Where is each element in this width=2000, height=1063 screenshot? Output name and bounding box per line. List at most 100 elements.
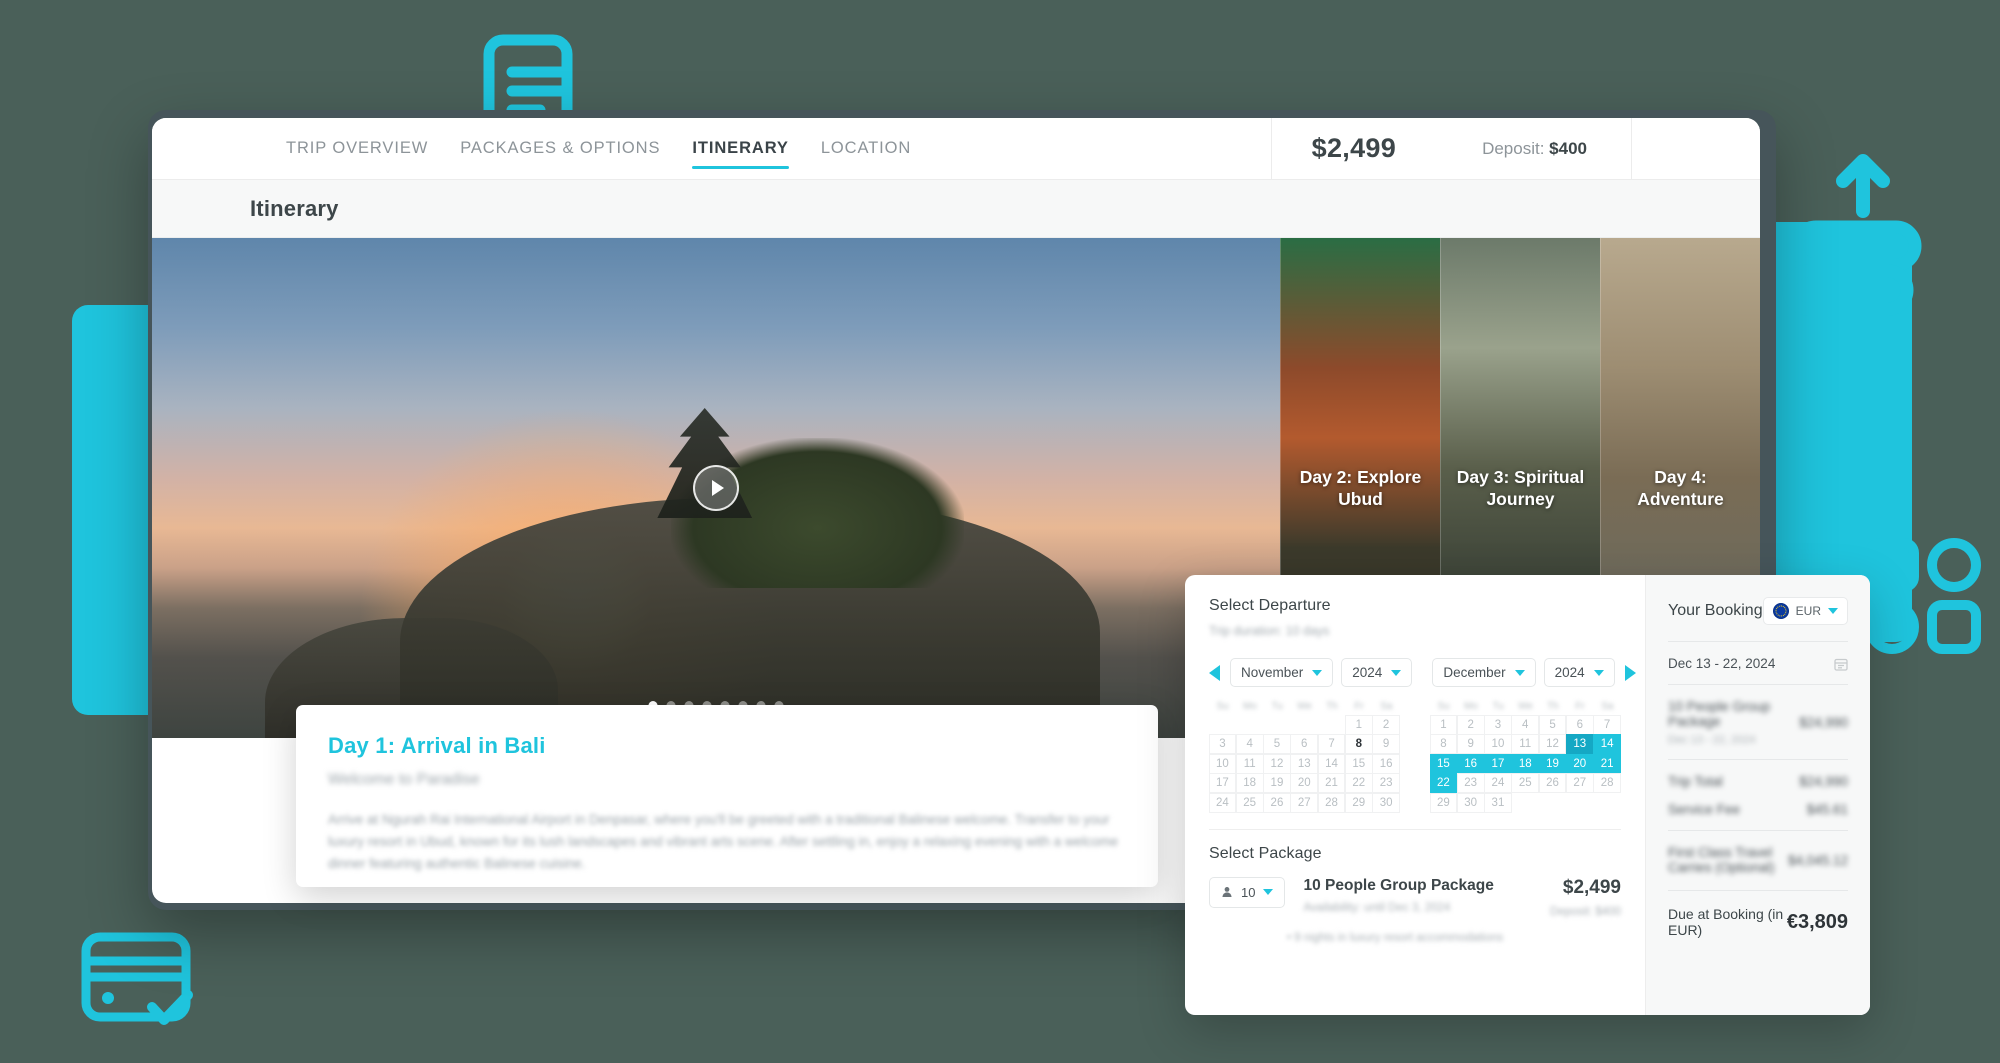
day-cell[interactable]: 29	[1344, 792, 1373, 813]
play-video-button[interactable]	[693, 465, 739, 511]
day-cell[interactable]: 13	[1290, 753, 1319, 774]
day-cell[interactable]: 6	[1565, 714, 1594, 735]
day-cell[interactable]: 17	[1208, 773, 1237, 793]
day-cell[interactable]: 22	[1429, 773, 1458, 793]
weekday-label: Fr	[1354, 701, 1364, 712]
prev-month-button[interactable]	[1209, 664, 1220, 681]
day-cell[interactable]: 31	[1484, 792, 1512, 813]
year-select-2[interactable]: 2024	[1543, 658, 1615, 687]
day-cell[interactable]: 4	[1511, 714, 1540, 735]
day-cell[interactable]: 10	[1484, 734, 1512, 754]
day-cell[interactable]: 15	[1429, 753, 1458, 774]
weekday-label: Tu	[1271, 701, 1283, 712]
year-select-value: 2024	[1352, 665, 1383, 680]
day-cell[interactable]: 4	[1235, 734, 1264, 754]
tab-bar-tail	[1632, 118, 1760, 179]
summary-row-label: Service Fee	[1668, 802, 1741, 817]
day-cell[interactable]: 16	[1456, 753, 1485, 774]
day-cell[interactable]: 3	[1208, 734, 1237, 754]
month-select-november[interactable]: November	[1230, 658, 1334, 687]
tab-location[interactable]: LOCATION	[821, 118, 911, 179]
day-cell[interactable]: 14	[1317, 753, 1346, 774]
day-cell[interactable]: 21	[1317, 773, 1346, 793]
booking-date-row[interactable]: Dec 13 - 22, 2024	[1668, 641, 1848, 684]
day-cell[interactable]: 1	[1429, 714, 1458, 735]
weekday-label: Sa	[1601, 701, 1614, 712]
day-cell[interactable]: 11	[1511, 734, 1540, 754]
day-cell[interactable]: 18	[1235, 773, 1264, 793]
day-cell[interactable]: 6	[1290, 734, 1319, 754]
month-select-december[interactable]: December	[1432, 658, 1536, 687]
deposit-value: $400	[1549, 138, 1587, 158]
price-summary: $2,499 Deposit: $400	[1270, 118, 1632, 179]
day-cell[interactable]: 12	[1263, 753, 1291, 774]
day-cell[interactable]: 28	[1593, 773, 1621, 793]
day-cell[interactable]: 25	[1511, 773, 1540, 793]
day-cell[interactable]: 2	[1372, 714, 1400, 735]
summary-row-optional: First Class Travel Carries (Optional) $4…	[1668, 830, 1848, 888]
tab-itinerary[interactable]: ITINERARY	[692, 118, 790, 179]
day-cell[interactable]: 27	[1290, 792, 1319, 813]
day-cell[interactable]: 23	[1372, 773, 1400, 793]
year-select-1[interactable]: 2024	[1341, 658, 1413, 687]
day-cell[interactable]: 17	[1484, 753, 1512, 774]
day-cell[interactable]: 8	[1429, 734, 1458, 754]
day-cell[interactable]: 21	[1593, 753, 1621, 774]
day-cell[interactable]: 13	[1565, 734, 1594, 754]
day-cell[interactable]: 3	[1484, 714, 1512, 735]
day-grid-november: 1 2 3 4 5 6 7 8 9 10 11 12 13 14 15 16 17 18 19 20 21 22 23 24 2…	[1208, 714, 1400, 813]
day-cell[interactable]: 16	[1372, 753, 1400, 774]
day-cell[interactable]: 14	[1593, 734, 1621, 754]
tab-packages-options[interactable]: PACKAGES & OPTIONS	[460, 118, 660, 179]
day-cell[interactable]: 5	[1263, 734, 1291, 754]
day-cell[interactable]: 9	[1456, 734, 1485, 754]
day-cell[interactable]: 24	[1484, 773, 1512, 793]
day-cell[interactable]: 23	[1456, 773, 1485, 793]
eu-flag-icon	[1772, 603, 1789, 619]
day-cell[interactable]: 25	[1235, 792, 1264, 813]
screenshot-stage: TRIP OVERVIEW PACKAGES & OPTIONS ITINERA…	[0, 0, 2000, 1063]
day-cell[interactable]: 19	[1263, 773, 1291, 793]
chevron-down-icon	[1593, 669, 1604, 676]
day-cell[interactable]: 20	[1290, 773, 1319, 793]
day-cell[interactable]: 15	[1344, 753, 1373, 774]
people-count-select[interactable]: 10	[1209, 876, 1286, 908]
day-cell[interactable]: 30	[1456, 792, 1485, 813]
day-cell[interactable]: 12	[1538, 734, 1567, 754]
chevron-down-icon	[1828, 608, 1838, 614]
day-cell[interactable]: 27	[1565, 773, 1594, 793]
day-cell[interactable]: 20	[1565, 753, 1594, 774]
day-cell[interactable]: 26	[1263, 792, 1291, 813]
hero-main-image[interactable]	[152, 238, 1280, 738]
next-month-button[interactable]	[1624, 664, 1636, 681]
chevron-down-icon	[1263, 889, 1274, 895]
day-cell[interactable]: 24	[1208, 792, 1237, 813]
summary-row-trip-total: Trip Total $24,990	[1668, 759, 1848, 802]
select-package-section: Select Package 10 10 People Group Packag…	[1209, 828, 1621, 944]
day-cell[interactable]: 18	[1511, 753, 1540, 774]
day-cell[interactable]: 7	[1317, 734, 1346, 754]
day-cell[interactable]: 9	[1372, 734, 1400, 754]
day-cell[interactable]: 28	[1317, 792, 1346, 813]
booking-summary-column: Your Booking EUR Dec 13 - 22, 2024 10 Pe…	[1645, 575, 1870, 1015]
day-cell[interactable]: 30	[1372, 792, 1400, 813]
day-cell[interactable]: 2	[1456, 714, 1485, 735]
chevron-down-icon	[1514, 669, 1525, 676]
day-cell[interactable]: 8	[1344, 734, 1373, 754]
day-cell[interactable]: 1	[1344, 714, 1373, 735]
tab-trip-overview[interactable]: TRIP OVERVIEW	[286, 118, 428, 179]
day-cell[interactable]: 19	[1538, 753, 1567, 774]
day-cell[interactable]: 22	[1344, 773, 1373, 793]
day-cell[interactable]: 29	[1429, 792, 1458, 813]
day-cell[interactable]: 10	[1208, 753, 1237, 774]
day-cell[interactable]: 11	[1235, 753, 1264, 774]
currency-select[interactable]: EUR	[1762, 597, 1848, 625]
your-booking-title: Your Booking	[1668, 602, 1763, 619]
day-cell[interactable]: 7	[1593, 714, 1621, 735]
package-name: 10 People Group Package	[1303, 876, 1494, 894]
day-cell-empty	[1318, 715, 1346, 735]
summary-row-label-block: 10 People Group Package Dec 13 - 22, 202…	[1668, 699, 1799, 746]
summary-row-label: 10 People Group Package	[1668, 699, 1771, 729]
day-cell[interactable]: 26	[1538, 773, 1567, 793]
day-cell[interactable]: 5	[1538, 714, 1567, 735]
